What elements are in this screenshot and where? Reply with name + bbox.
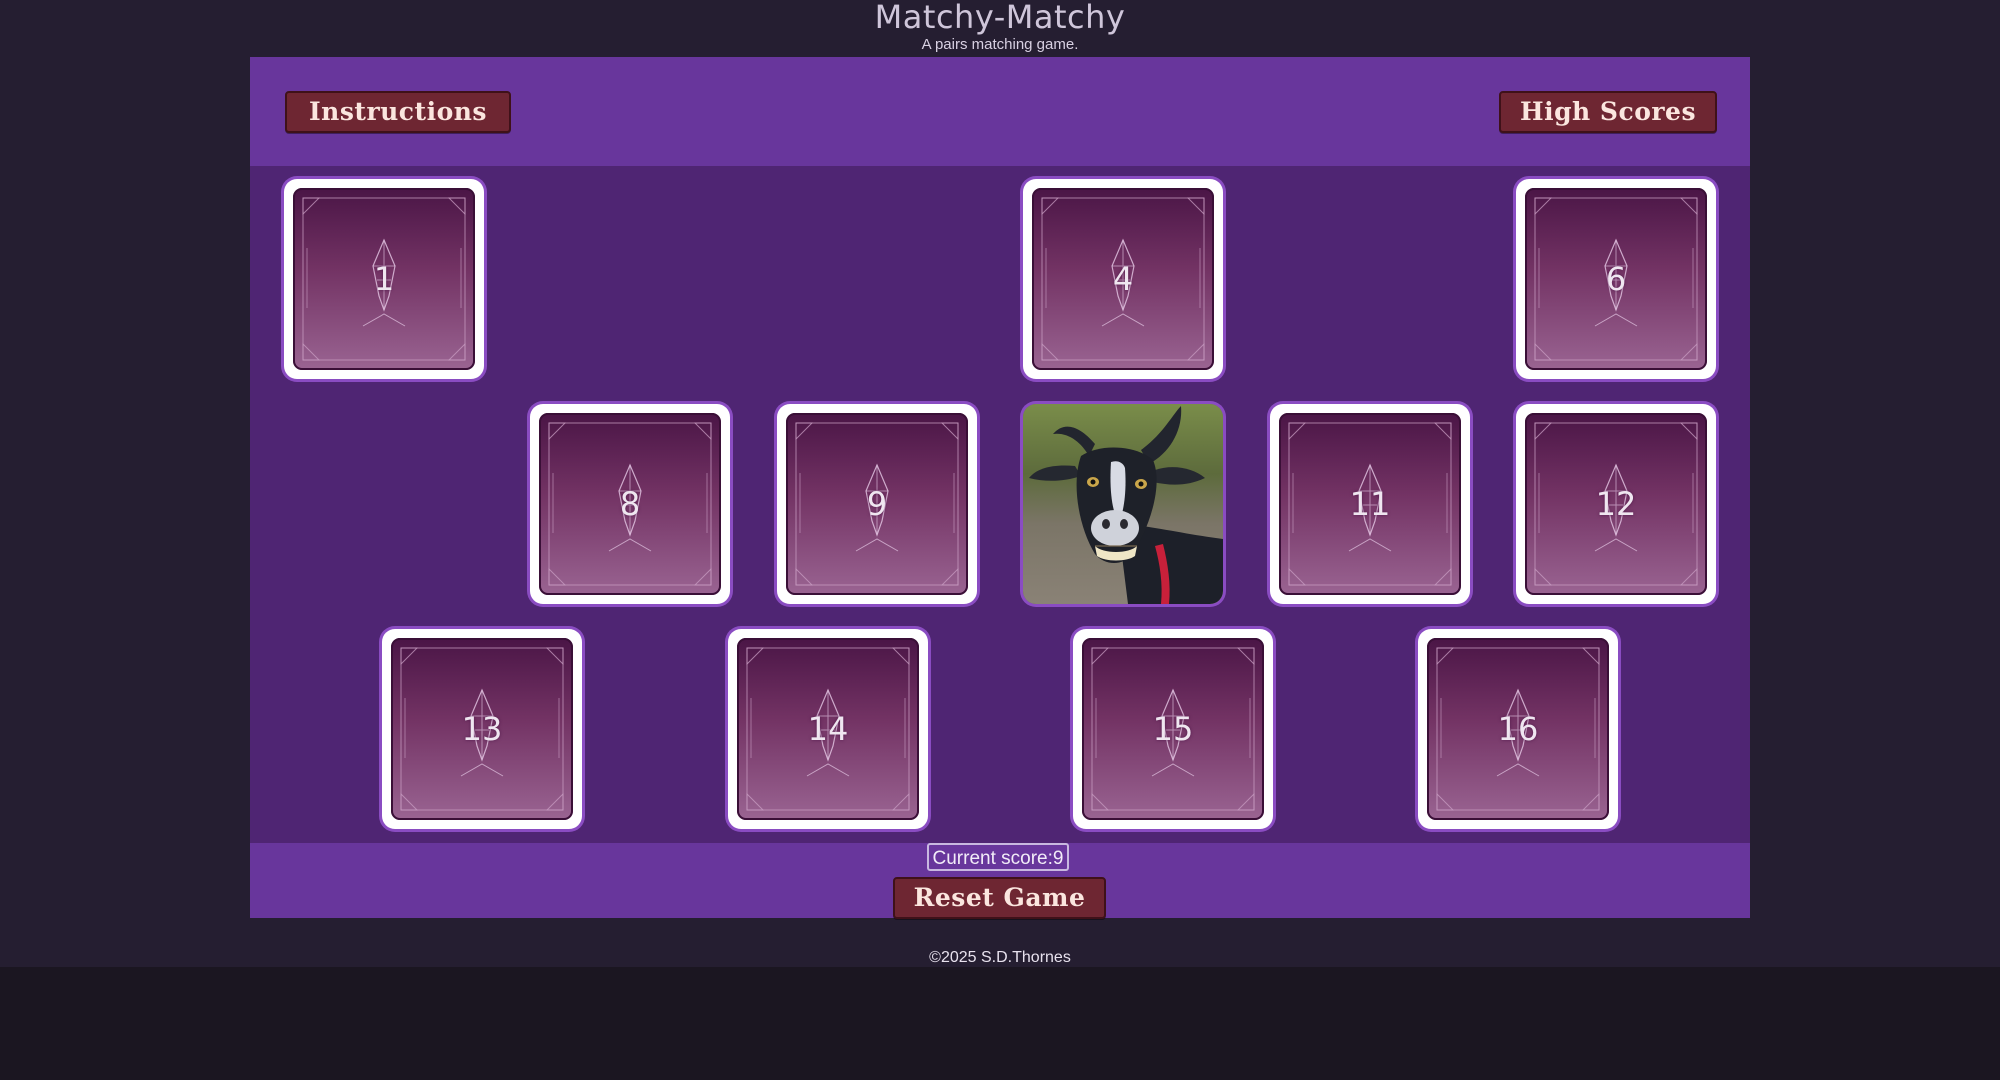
card-number: 6	[1605, 260, 1627, 298]
card-number: 11	[1349, 485, 1391, 523]
reset-game-button[interactable]: Reset Game	[893, 877, 1106, 919]
card-back: 13	[391, 638, 573, 820]
goat-image	[1023, 404, 1223, 604]
card-back: 4	[1032, 188, 1214, 370]
card-back: 14	[737, 638, 919, 820]
card-15[interactable]: 15	[1073, 629, 1273, 829]
copyright-footer: ©2025 S.D.Thornes	[929, 949, 1071, 966]
high-scores-button[interactable]: High Scores	[1499, 91, 1717, 133]
card-number: 4	[1112, 260, 1134, 298]
card-number: 16	[1497, 710, 1539, 748]
card-number: 14	[807, 710, 849, 748]
card-13[interactable]: 13	[382, 629, 582, 829]
game-board: Instructions High Scores 1 4 6 8 9 11 12…	[250, 57, 1750, 919]
card-back: 9	[786, 413, 968, 595]
top-bar: Instructions High Scores	[250, 57, 1750, 166]
instructions-button[interactable]: Instructions	[285, 91, 511, 133]
card-back: 12	[1525, 413, 1707, 595]
card-16[interactable]: 16	[1418, 629, 1618, 829]
card-number: 12	[1595, 485, 1637, 523]
card-number: 9	[866, 485, 888, 523]
card-8[interactable]: 8	[530, 404, 730, 604]
card-4[interactable]: 4	[1023, 179, 1223, 379]
card-number: 13	[461, 710, 503, 748]
card-back: 8	[539, 413, 721, 595]
card-back: 15	[1082, 638, 1264, 820]
card-6[interactable]: 6	[1516, 179, 1716, 379]
card-back: 1	[293, 188, 475, 370]
card-14[interactable]: 14	[728, 629, 928, 829]
score-label: Current score:	[932, 848, 1053, 869]
card-number: 8	[619, 485, 641, 523]
score-value: 9	[1052, 848, 1064, 869]
card-11[interactable]: 11	[1270, 404, 1470, 604]
page-subtitle: A pairs matching game.	[921, 36, 1079, 53]
card-revealed-goat[interactable]	[1023, 404, 1223, 604]
card-1[interactable]: 1	[284, 179, 484, 379]
page-title: Matchy-Matchy	[874, 0, 1126, 36]
card-back: 11	[1279, 413, 1461, 595]
card-number: 15	[1152, 710, 1194, 748]
card-9[interactable]: 9	[777, 404, 977, 604]
card-12[interactable]: 12	[1516, 404, 1716, 604]
current-score: Current score:9	[927, 843, 1069, 871]
card-back: 16	[1427, 638, 1609, 820]
card-number: 1	[373, 260, 395, 298]
card-back: 6	[1525, 188, 1707, 370]
